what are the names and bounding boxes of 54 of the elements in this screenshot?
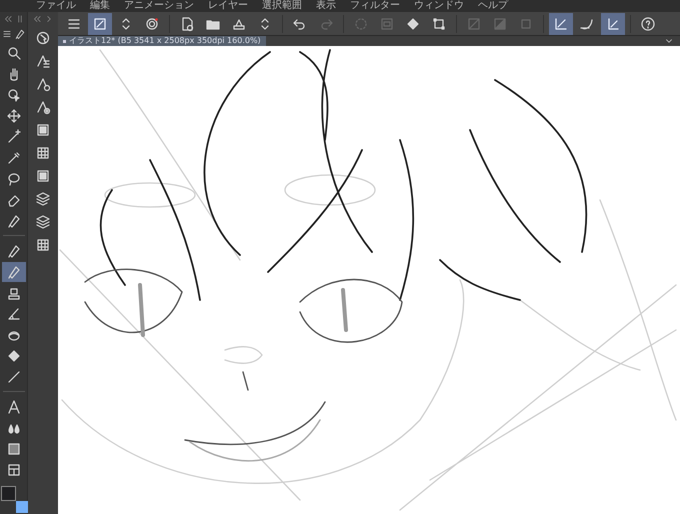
zoom-icon xyxy=(6,44,22,60)
double-chevron-left-icon xyxy=(32,14,42,24)
dotted-circle-icon xyxy=(353,16,369,32)
move-icon xyxy=(6,108,22,124)
ruler-snap-icon xyxy=(553,16,569,32)
toolbar-button[interactable] xyxy=(549,12,573,34)
menu-item[interactable]: 編集 xyxy=(90,0,110,12)
line-icon xyxy=(6,368,22,384)
sub-color-swatch[interactable] xyxy=(16,501,28,513)
shape-list-icon xyxy=(35,52,51,68)
menu-item[interactable]: アニメーション xyxy=(124,0,194,12)
transform-icon xyxy=(431,16,447,32)
toolbar-button[interactable] xyxy=(88,12,112,34)
brush-frame-icon xyxy=(92,16,108,32)
square-icon xyxy=(379,16,395,32)
menu-icon xyxy=(2,29,12,39)
frame-icon xyxy=(6,462,22,478)
pen-icon xyxy=(6,242,22,258)
panel-icon xyxy=(35,168,51,184)
lasso-icon xyxy=(6,170,22,186)
text-tool-icon xyxy=(6,398,22,414)
object-select-icon xyxy=(6,86,22,102)
menu-item[interactable]: 選択範囲 xyxy=(262,0,302,12)
shape-gear-icon xyxy=(35,76,51,92)
toolbar-button[interactable] xyxy=(601,12,625,34)
layers-add-icon xyxy=(35,190,51,206)
layers-icon xyxy=(35,214,51,230)
pen-icon xyxy=(6,264,22,280)
half-filled-square-icon xyxy=(492,16,508,32)
help-icon xyxy=(640,16,656,32)
cursor-icon xyxy=(35,30,51,46)
tab-marker-icon xyxy=(63,40,66,42)
menu-item[interactable]: 表示 xyxy=(316,0,336,12)
menu-item[interactable]: ウィンドウ xyxy=(414,0,464,12)
pen-icon xyxy=(14,28,26,40)
menu-item[interactable]: ファイル xyxy=(36,0,76,12)
shape-target-icon xyxy=(35,98,51,114)
double-chevron-left-icon xyxy=(2,14,12,24)
pen-icon xyxy=(6,212,22,228)
menu-item[interactable]: レイヤー xyxy=(208,0,248,12)
main-color-swatch[interactable] xyxy=(0,486,16,501)
menu-item[interactable]: フィルター xyxy=(350,0,400,12)
ruler-icon xyxy=(6,306,22,322)
grid-icon xyxy=(35,144,51,160)
panel-icon xyxy=(35,122,51,138)
eyedropper-icon xyxy=(6,150,22,166)
crossed-square-icon xyxy=(466,16,482,32)
magic-wand-icon xyxy=(6,128,22,144)
paint-bucket-icon xyxy=(6,348,22,364)
gradient-icon xyxy=(6,440,22,456)
record-icon xyxy=(144,16,160,32)
paint-bucket-icon xyxy=(405,16,421,32)
tool-button[interactable] xyxy=(2,262,26,282)
grid-icon xyxy=(35,236,51,252)
